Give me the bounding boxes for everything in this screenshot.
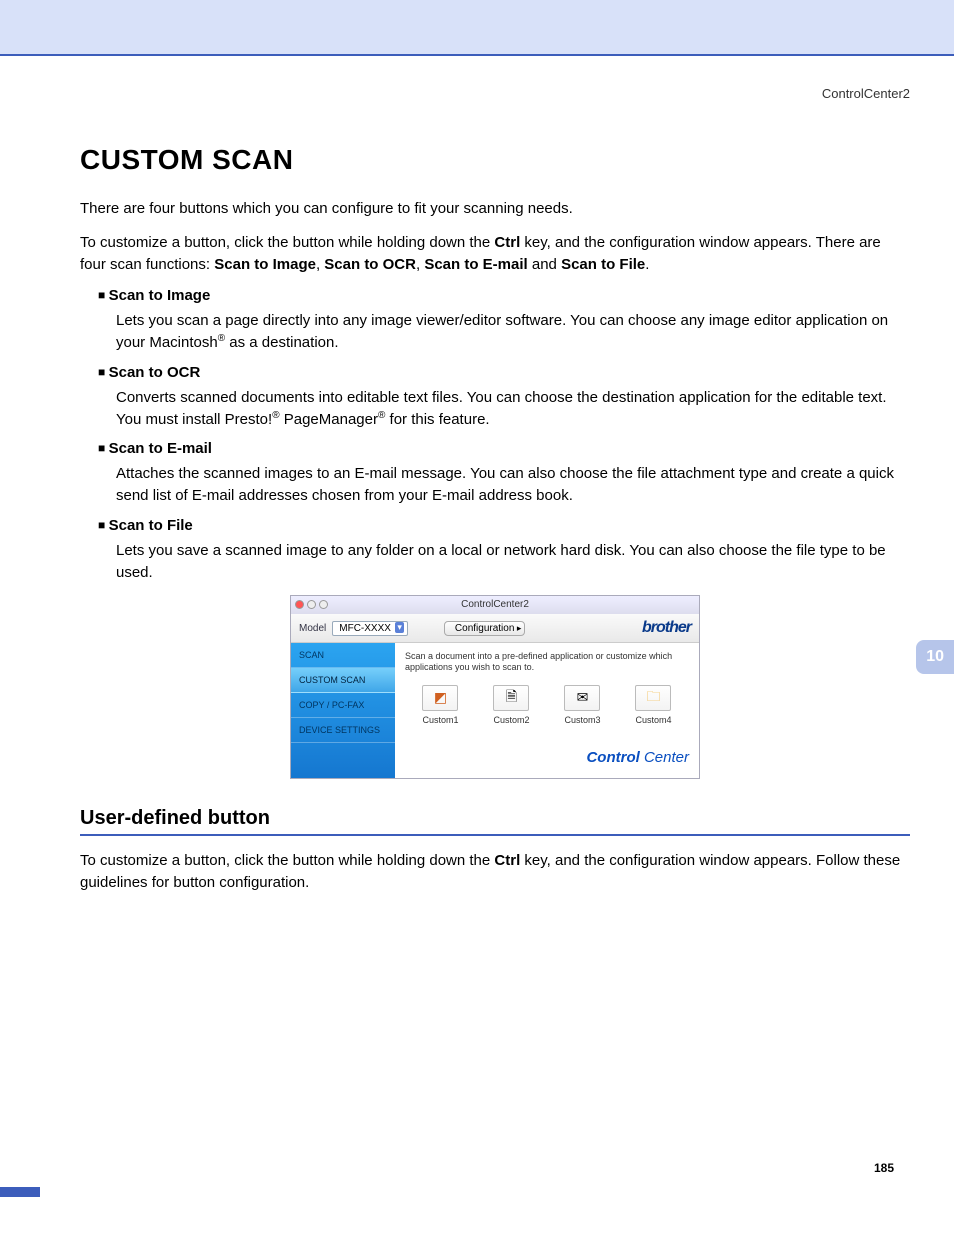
intro-1: There are four buttons which you can con… xyxy=(80,198,910,220)
toolbar: Model MFC-XXXX Configuration brother xyxy=(291,614,699,643)
close-icon[interactable] xyxy=(295,600,304,609)
image-icon: ◩ xyxy=(422,685,458,711)
window-title: ControlCenter2 xyxy=(461,599,529,610)
panel-description: Scan a document into a pre-defined appli… xyxy=(405,651,689,673)
envelope-icon: ✉ xyxy=(564,685,600,711)
custom3-button[interactable]: ✉ Custom3 xyxy=(564,685,600,725)
configuration-button[interactable]: Configuration xyxy=(444,621,525,636)
sidebar-item-scan[interactable]: SCAN xyxy=(291,643,395,668)
page-content: CUSTOM SCAN There are four buttons which… xyxy=(0,56,954,893)
folder-icon: 🗀 xyxy=(635,685,671,711)
model-select[interactable]: MFC-XXXX xyxy=(332,621,408,636)
chapter-tab: 10 xyxy=(916,640,954,674)
custom4-button[interactable]: 🗀 Custom4 xyxy=(635,685,671,725)
app-screenshot: ControlCenter2 Model MFC-XXXX Configurat… xyxy=(290,595,700,779)
controlcenter-logo: Control Center xyxy=(405,749,689,766)
document-icon: 🗎 xyxy=(493,685,529,711)
sidebar: SCAN CUSTOM SCAN COPY / PC-FAX DEVICE SE… xyxy=(291,643,395,778)
brother-logo: brother xyxy=(642,619,691,637)
sidebar-item-custom-scan[interactable]: CUSTOM SCAN xyxy=(291,668,395,693)
section-user-defined-button: User-defined button xyxy=(80,807,910,836)
header-chapter: ControlCenter2 xyxy=(822,86,910,101)
user-defined-body: To customize a button, click the button … xyxy=(80,850,910,894)
bullet-ocr-body: Converts scanned documents into editable… xyxy=(116,387,910,431)
bullet-mail-head: Scan to E-mail xyxy=(98,440,910,457)
bullet-ocr-head: Scan to OCR xyxy=(98,364,910,381)
sidebar-item-copy-pcfax[interactable]: COPY / PC-FAX xyxy=(291,693,395,718)
footer-accent xyxy=(0,1187,40,1197)
traffic-lights xyxy=(295,600,328,609)
bullet-image-body: Lets you scan a page directly into any i… xyxy=(116,310,910,354)
bullet-file-body: Lets you save a scanned image to any fol… xyxy=(116,540,910,584)
bullet-mail-body: Attaches the scanned images to an E-mail… xyxy=(116,463,910,507)
custom2-button[interactable]: 🗎 Custom2 xyxy=(493,685,529,725)
sidebar-item-device-settings[interactable]: DEVICE SETTINGS xyxy=(291,718,395,743)
zoom-icon[interactable] xyxy=(319,600,328,609)
top-bar xyxy=(0,0,954,56)
custom1-button[interactable]: ◩ Custom1 xyxy=(422,685,458,725)
model-label: Model xyxy=(299,623,326,634)
page-title: CUSTOM SCAN xyxy=(80,144,910,176)
page-number: 185 xyxy=(874,1161,894,1175)
bullet-image-head: Scan to Image xyxy=(98,287,910,304)
minimize-icon[interactable] xyxy=(307,600,316,609)
main-panel: Scan a document into a pre-defined appli… xyxy=(395,643,699,778)
bullet-file-head: Scan to File xyxy=(98,517,910,534)
window-titlebar: ControlCenter2 xyxy=(291,596,699,614)
intro-2: To customize a button, click the button … xyxy=(80,232,910,276)
